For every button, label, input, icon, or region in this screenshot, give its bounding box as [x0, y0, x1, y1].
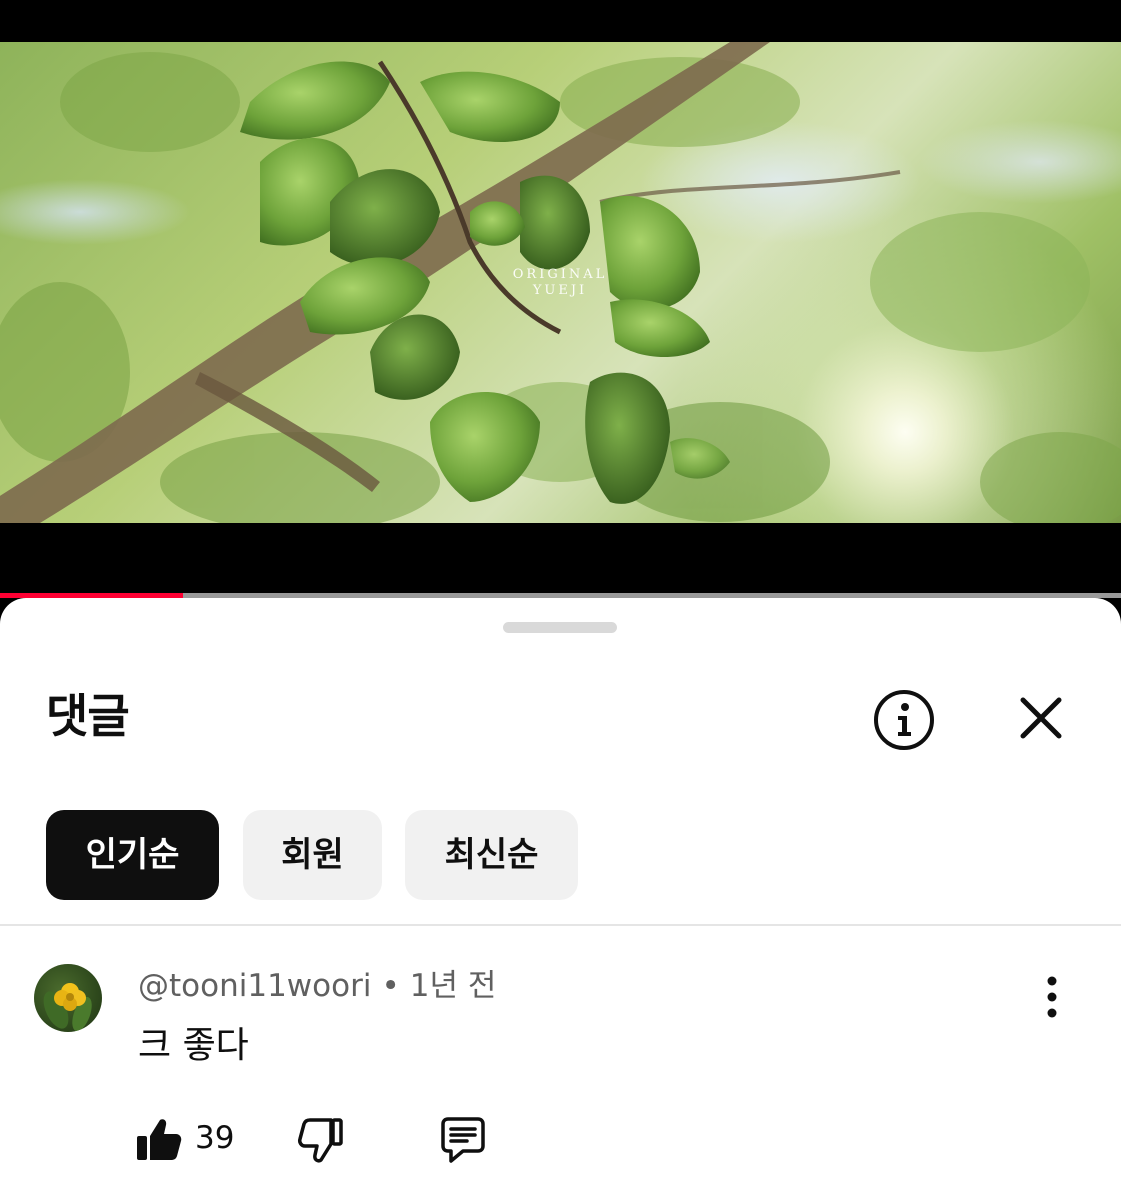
avatar[interactable] — [34, 964, 102, 1032]
sort-chip-members[interactable]: 회원 — [243, 810, 382, 900]
thumb-up-icon — [137, 1119, 182, 1160]
info-button[interactable] — [872, 688, 936, 752]
comment-time[interactable]: 1년 전 — [410, 968, 497, 1004]
like-button[interactable] — [134, 1114, 184, 1164]
comments-sheet: 댓글 인기순 회원 최신순 @tooni11woori • 1년 전 크 좋다 … — [0, 598, 1121, 1200]
divider — [0, 924, 1121, 926]
comment-author[interactable]: @tooni11woori — [138, 968, 371, 1004]
video-player[interactable]: ORIGINAL YUEJI — [0, 42, 1121, 523]
meta-separator: • — [381, 968, 400, 1004]
close-button[interactable] — [1011, 688, 1071, 748]
more-vert-icon — [1047, 976, 1057, 1018]
comment-meta: @tooni11woori • 1년 전 — [138, 966, 496, 1006]
sort-chip-newest[interactable]: 최신순 — [405, 810, 578, 900]
more-options-button[interactable] — [1036, 974, 1068, 1020]
reply-icon — [441, 1117, 485, 1163]
info-circle-icon — [874, 690, 934, 750]
watermark-line1: ORIGINAL — [512, 267, 608, 282]
thumb-down-icon — [298, 1118, 343, 1163]
dislike-button[interactable] — [295, 1116, 345, 1166]
watermark-line2: YUEJI — [532, 283, 588, 298]
video-watermark: ORIGINAL YUEJI — [505, 267, 615, 299]
reply-button[interactable] — [437, 1114, 489, 1166]
close-icon — [1020, 697, 1062, 739]
like-count: 39 — [195, 1120, 235, 1156]
avatar-flower-image — [43, 983, 92, 1032]
sort-chip-popular[interactable]: 인기순 — [46, 810, 219, 900]
drag-handle[interactable] — [503, 622, 617, 633]
comment-text: 크 좋다 — [138, 1025, 249, 1066]
comments-title: 댓글 — [46, 689, 130, 743]
